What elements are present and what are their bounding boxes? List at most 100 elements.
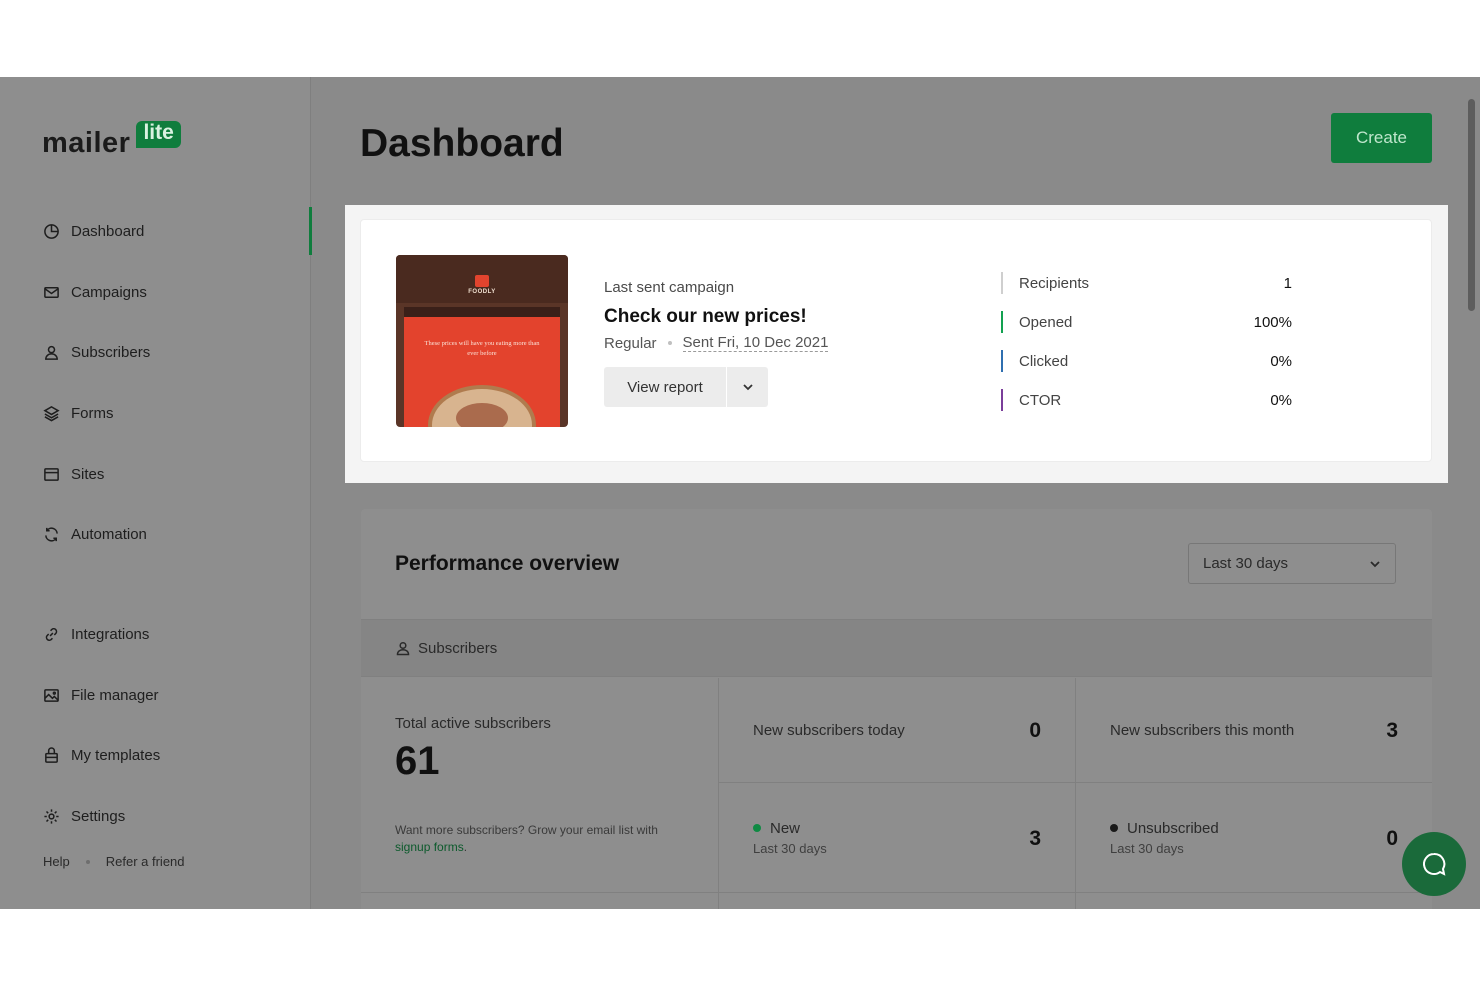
sidebar-item-label: Forms [71, 404, 114, 422]
mailerlite-logo[interactable]: mailer lite [42, 121, 181, 160]
user-icon [42, 343, 60, 361]
date-range-select[interactable]: Last 30 days [1188, 543, 1396, 584]
view-report-dropdown[interactable] [727, 367, 768, 407]
template-icon [42, 746, 60, 764]
sidebar-item-label: Automation [71, 525, 147, 543]
sidebar-item-sites[interactable]: Sites [0, 450, 311, 498]
unsubscribed-period: Last 30 days [1110, 841, 1184, 856]
date-range-value: Last 30 days [1203, 555, 1289, 572]
sidebar-item-subscribers[interactable]: Subscribers [0, 328, 311, 376]
stat-color-bar [1001, 350, 1003, 372]
help-link[interactable]: Help [43, 854, 70, 869]
sidebar-footer: Help Refer a friend [43, 854, 185, 869]
stat-label: Opened [1019, 313, 1073, 331]
sidebar-item-label: My templates [71, 746, 161, 764]
campaign-title[interactable]: Check our new prices! [604, 306, 807, 328]
new-status-dot [753, 824, 761, 833]
campaign-label: Last sent campaign [604, 279, 735, 296]
mail-icon [42, 283, 60, 301]
divider [361, 892, 1432, 893]
image-icon [42, 686, 60, 704]
campaign-meta: Regular Sent Fri, 10 Dec 2021 [604, 334, 829, 352]
sidebar-item-label: Dashboard [71, 222, 145, 240]
hint-text: Want more subscribers? Grow your email l… [395, 823, 658, 837]
stat-label: Clicked [1019, 352, 1069, 370]
sidebar-item-label: File manager [71, 686, 159, 704]
stat-color-bar [1001, 389, 1003, 411]
new-today-label: New subscribers today [753, 722, 905, 739]
subscribers-section-header: Subscribers [361, 619, 1432, 677]
new-period: Last 30 days [753, 841, 827, 856]
sidebar-item-automation[interactable]: Automation [0, 510, 311, 558]
sidebar-item-label: Sites [71, 465, 105, 483]
stat-opened: Opened 100% [1001, 311, 1292, 333]
sidebar-item-file-manager[interactable]: File manager [0, 671, 311, 719]
stat-value: 1 [1283, 274, 1292, 292]
dashboard-icon [42, 222, 60, 240]
sidebar-item-dashboard[interactable]: Dashboard [0, 207, 312, 255]
divider [718, 678, 719, 909]
stat-color-bar [1001, 272, 1003, 294]
refer-a-friend-link[interactable]: Refer a friend [106, 854, 185, 869]
link-icon [42, 625, 60, 643]
sidebar: mailer lite Dashboard Campaigns Subscrib… [0, 77, 312, 909]
hint-suffix: . [463, 840, 468, 855]
thumbnail-brand: FOODLY [468, 289, 496, 295]
new-today-value: 0 [1029, 719, 1041, 742]
last-campaign-card: FOODLY These prices will have you eating… [360, 219, 1432, 462]
chevron-down-icon [1370, 561, 1380, 568]
gear-icon [42, 807, 60, 825]
separator-dot [667, 341, 672, 345]
new-label-text: New [770, 820, 801, 837]
stat-clicked: Clicked 0% [1001, 350, 1292, 372]
logo-text: mailer [42, 127, 131, 159]
stat-ctor: CTOR 0% [1001, 389, 1292, 411]
campaign-type: Regular [604, 334, 657, 352]
sidebar-item-forms[interactable]: Forms [0, 389, 311, 437]
section-label: Subscribers [418, 639, 498, 657]
stat-value: 100% [1253, 313, 1292, 331]
divider [1075, 678, 1076, 909]
browser-icon [42, 465, 60, 483]
sidebar-item-campaigns[interactable]: Campaigns [0, 268, 311, 316]
sidebar-item-label: Campaigns [71, 283, 147, 301]
create-button[interactable]: Create [1331, 113, 1432, 163]
total-subscribers-cell: Total active subscribers 61 Want more su… [361, 678, 718, 909]
stat-label: Recipients [1019, 274, 1090, 292]
performance-overview: Performance overview Last 30 days Subscr… [361, 509, 1432, 909]
sidebar-item-label: Integrations [71, 625, 150, 643]
stat-value: 0% [1270, 352, 1292, 370]
sidebar-item-label: Subscribers [71, 343, 151, 361]
app-window: mailer lite Dashboard Campaigns Subscrib… [0, 77, 1480, 909]
total-subscribers-label: Total active subscribers [395, 715, 551, 732]
chevron-down-icon [742, 384, 753, 391]
stat-label: CTOR [1019, 391, 1062, 409]
last-campaign-highlight: FOODLY These prices will have you eating… [345, 205, 1448, 483]
view-report-button[interactable]: View report [604, 367, 726, 407]
new-subscribers-label: New [753, 820, 800, 837]
stat-value: 0% [1270, 391, 1292, 409]
scrollbar[interactable] [1468, 99, 1475, 311]
unsubscribed-label-text: Unsubscribed [1127, 820, 1219, 837]
sidebar-item-settings[interactable]: Settings [0, 792, 311, 840]
campaign-sent-date: Sent Fri, 10 Dec 2021 [682, 334, 829, 352]
chat-bubble-icon [1423, 852, 1446, 876]
layers-icon [42, 404, 60, 422]
logo-badge: lite [136, 121, 181, 148]
campaign-thumbnail[interactable]: FOODLY These prices will have you eating… [396, 255, 568, 427]
signup-forms-link[interactable]: signup forms [395, 840, 464, 854]
grow-list-hint: Want more subscribers? Grow your email l… [395, 822, 695, 857]
stat-color-bar [1001, 311, 1003, 333]
refresh-icon [42, 525, 60, 543]
thumbnail-nav [404, 307, 560, 317]
unsubscribed-value: 0 [1386, 827, 1398, 850]
sidebar-item-integrations[interactable]: Integrations [0, 610, 311, 658]
new-month-label: New subscribers this month [1110, 722, 1295, 739]
thumbnail-logo-icon [475, 275, 489, 287]
chat-button[interactable] [1402, 832, 1466, 896]
total-subscribers-value: 61 [395, 739, 440, 783]
separator-dot [85, 859, 90, 864]
sidebar-item-my-templates[interactable]: My templates [0, 731, 311, 779]
stat-recipients: Recipients 1 [1001, 272, 1292, 294]
performance-title: Performance overview [395, 552, 620, 575]
